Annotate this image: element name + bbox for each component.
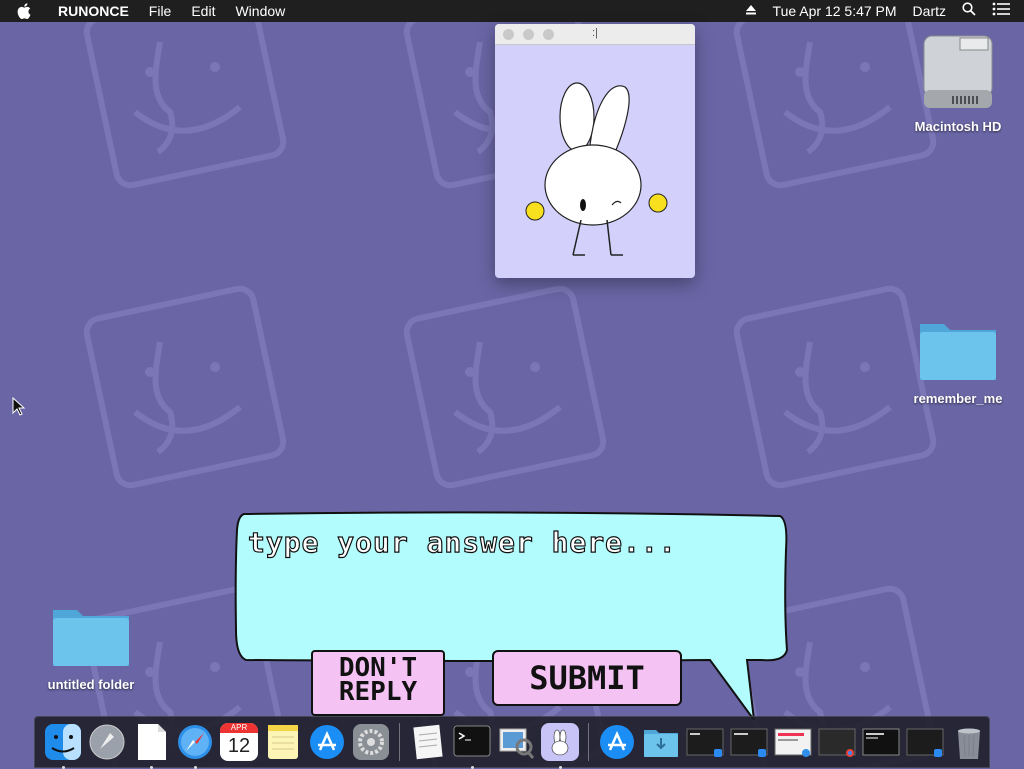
app-store-downloads-icon [600,725,634,759]
dock-item-system-preferences[interactable] [352,723,390,761]
eject-icon [745,5,756,15]
preview-icon [499,728,535,759]
downloads-folder-icon [644,730,678,757]
clock[interactable]: Tue Apr 12 5:47 PM [765,0,905,22]
notes-icon [268,725,298,759]
mouse-cursor-icon [12,397,26,416]
dock-item-app-store[interactable] [308,723,346,761]
dock-separator [588,723,589,761]
window-thumbnail-icon [906,728,944,757]
apple-icon [17,3,31,19]
menu-bar: RUNONCE File Edit Window Tue Apr 12 5:47… [0,0,1024,22]
safari-icon [178,725,212,759]
desktop-icon-label: untitled folder [47,677,135,692]
window-thumbnail-icon [730,728,768,757]
desktop-icon-remember-me[interactable]: remember_me [903,318,1013,406]
calendar-day: 12 [227,735,251,757]
submit-button[interactable]: SUBMIT [492,650,682,706]
list-icon [992,2,1010,16]
dock-item-app-store-downloads[interactable] [598,723,636,761]
calendar-month: APR [220,723,258,733]
textedit-icon [413,724,443,760]
dock-item-window-2[interactable] [730,723,768,761]
eject-menu-extra[interactable] [737,0,765,22]
dock-item-window-1[interactable] [686,723,724,761]
dock-item-document[interactable] [132,723,170,769]
dock-item-trash[interactable] [950,723,988,761]
dock-item-calendar[interactable]: APR 12 [220,723,258,761]
window-thumbnail-icon [774,728,812,757]
folder-icon [920,324,996,380]
dock-item-runonce[interactable] [541,723,579,769]
dock-item-window-5[interactable] [862,723,900,761]
hard-drive-icon [923,35,993,108]
system-preferences-icon [353,724,389,760]
trash-icon [958,728,980,759]
notification-center-button[interactable] [984,0,1024,22]
bunny-image [525,82,668,256]
window-thumbnail-icon [862,728,900,756]
dock-item-window-4[interactable] [818,723,856,761]
runonce-bunny-icon [551,729,569,756]
dock-item-textedit[interactable] [409,723,447,761]
dock-item-safari[interactable] [176,723,214,769]
dock-item-downloads[interactable] [642,723,680,761]
desktop-icon-label: remember_me [913,391,1003,406]
window-title: :| [592,27,598,39]
dock-item-notes[interactable] [264,723,302,761]
window-menu[interactable]: Window [225,0,295,22]
app-menu[interactable]: RUNONCE [48,0,139,22]
dock-separator [399,723,400,761]
runonce-window[interactable]: :| [495,24,695,278]
app-store-icon [310,725,344,759]
terminal-icon [453,725,491,757]
dock: APR 12 [34,716,990,769]
dock-item-finder[interactable] [44,723,82,769]
user-menu[interactable]: Dartz [905,0,954,22]
dock-item-preview[interactable] [497,723,535,761]
window-thumbnail-icon [818,728,856,757]
dock-item-window-6[interactable] [906,723,944,761]
launchpad-icon [89,724,125,760]
desktop-icon-label: Macintosh HD [914,119,1002,134]
edit-menu[interactable]: Edit [181,0,225,22]
dock-item-terminal[interactable] [453,723,491,769]
folder-icon [53,610,129,666]
dock-item-launchpad[interactable] [88,723,126,761]
window-thumbnail-icon [686,728,724,757]
answer-input[interactable]: type your answer here... [247,525,768,566]
document-icon [138,724,166,760]
search-icon [962,2,976,16]
file-menu[interactable]: File [139,0,182,22]
dont-reply-button[interactable]: DON'T REPLY [311,650,445,716]
finder-icon [45,724,81,760]
window-titlebar[interactable]: :| [495,24,695,45]
dock-item-window-3[interactable] [774,723,812,761]
desktop-icon-untitled-folder[interactable]: untitled folder [36,604,146,692]
desktop-icon-macintosh-hd[interactable]: Macintosh HD [903,32,1013,134]
apple-menu-button[interactable] [0,3,48,19]
spotlight-button[interactable] [954,0,984,22]
